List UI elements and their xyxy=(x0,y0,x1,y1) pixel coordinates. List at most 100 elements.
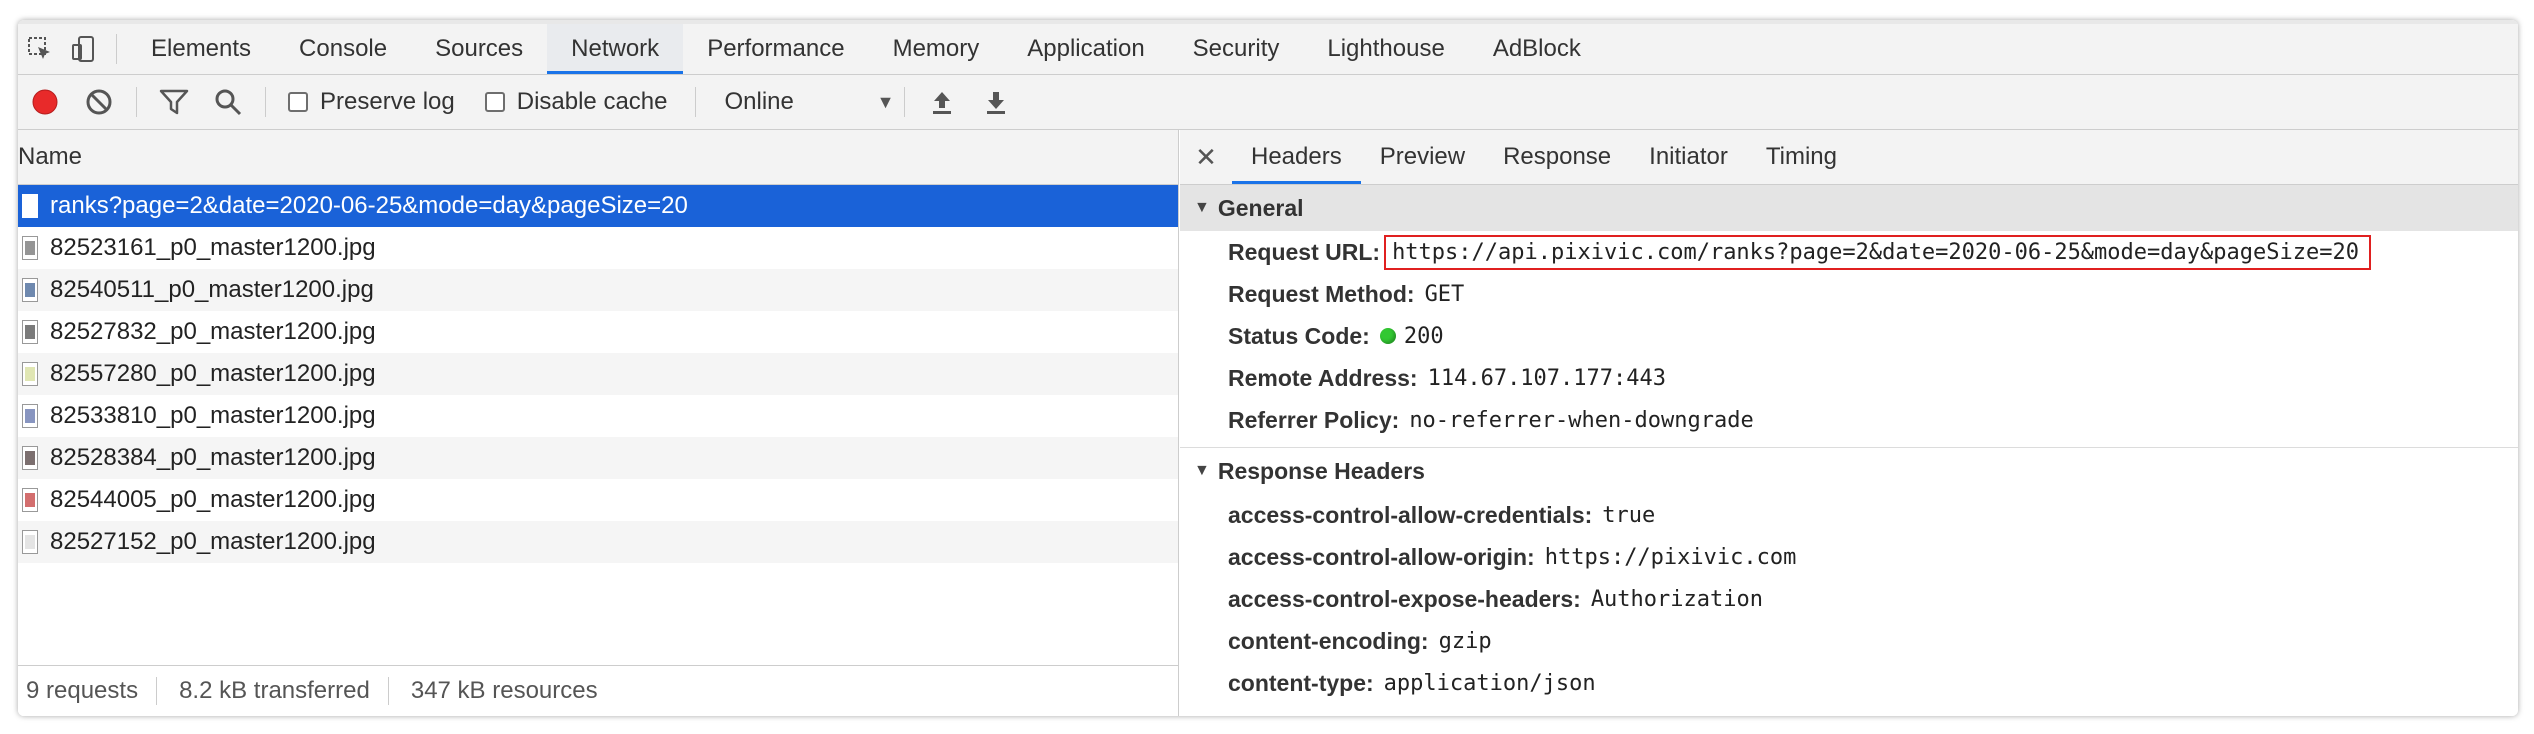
summary-divider xyxy=(156,677,158,705)
expand-triangle-icon: ▼ xyxy=(1194,462,1210,479)
request-row[interactable]: 82528384_p0_master1200.jpg xyxy=(18,437,1178,479)
tab-headers[interactable]: Headers xyxy=(1232,130,1361,184)
header-value: https://pixivic.com xyxy=(1544,544,1797,570)
tab-memory[interactable]: Memory xyxy=(869,24,1004,74)
resources-size: 347 kB resources xyxy=(410,677,598,704)
request-list-pane: Name ranks?page=2&date=2020-06-25&mode=d… xyxy=(18,130,1179,716)
toolbar-divider xyxy=(136,87,137,117)
tab-elements[interactable]: Elements xyxy=(127,24,275,74)
close-icon[interactable]: ✕ xyxy=(1180,142,1232,173)
image-thumbnail-icon xyxy=(22,488,38,512)
toolbar-divider xyxy=(116,34,117,64)
checkbox-box[interactable] xyxy=(288,92,308,112)
referrer-policy-row: Referrer Policy: no-referrer-when-downgr… xyxy=(1180,399,2518,441)
header-value: gzip xyxy=(1438,628,1492,654)
image-thumbnail-icon xyxy=(22,362,38,386)
clear-icon[interactable] xyxy=(72,75,126,129)
transferred-size: 8.2 kB transferred xyxy=(179,677,370,704)
summary-bar: 9 requests 8.2 kB transferred 347 kB res… xyxy=(18,665,1178,716)
request-row[interactable]: 82557280_p0_master1200.jpg xyxy=(18,353,1178,395)
header-name: access-control-allow-credentials: xyxy=(1228,501,1593,528)
request-row[interactable]: 82527152_p0_master1200.jpg xyxy=(18,521,1178,563)
request-name: 82544005_p0_master1200.jpg xyxy=(50,486,376,513)
toolbar-divider xyxy=(695,87,697,117)
request-name: 82533810_p0_master1200.jpg xyxy=(50,402,376,429)
image-thumbnail-icon xyxy=(22,446,38,470)
request-row[interactable]: 82527832_p0_master1200.jpg xyxy=(18,311,1178,353)
status-ok-icon xyxy=(1379,328,1396,344)
header-value: true xyxy=(1602,502,1656,528)
throttling-value: Online xyxy=(724,88,794,115)
tab-adblock[interactable]: AdBlock xyxy=(1469,24,1605,74)
tab-timing[interactable]: Timing xyxy=(1747,130,1856,184)
status-code-value: 200 xyxy=(1403,323,1444,349)
image-thumbnail-icon xyxy=(22,278,38,302)
record-button[interactable] xyxy=(18,75,72,129)
response-header-row: content-encoding: gzip xyxy=(1180,620,2518,662)
import-har-icon[interactable] xyxy=(915,75,969,129)
dropdown-arrow-icon: ▼ xyxy=(876,91,895,112)
throttling-select[interactable]: Online ▼ xyxy=(724,88,894,116)
response-header-row: access-control-expose-headers: Authoriza… xyxy=(1180,578,2518,620)
request-name: 82540511_p0_master1200.jpg xyxy=(50,276,374,303)
inspect-element-icon[interactable] xyxy=(18,24,62,74)
request-name: 82527152_p0_master1200.jpg xyxy=(50,528,376,555)
toolbar-divider xyxy=(265,87,266,117)
request-row[interactable]: 82523161_p0_master1200.jpg xyxy=(18,227,1178,269)
request-method-label: Request Method: xyxy=(1228,280,1415,307)
image-thumbnail-icon xyxy=(22,320,38,344)
tab-console[interactable]: Console xyxy=(275,24,411,74)
request-method-row: Request Method: GET xyxy=(1180,273,2518,315)
image-thumbnail-icon xyxy=(22,404,38,428)
response-header-row: content-type: application/json xyxy=(1180,662,2518,704)
request-name: 82528384_p0_master1200.jpg xyxy=(50,444,376,471)
tab-initiator[interactable]: Initiator xyxy=(1630,130,1747,184)
tab-performance[interactable]: Performance xyxy=(683,24,868,74)
request-url-row: Request URL: https://api.pixivic.com/ran… xyxy=(1180,231,2518,273)
disable-cache-checkbox[interactable]: Disable cache xyxy=(484,88,667,116)
name-column-header[interactable]: Name xyxy=(18,130,1178,185)
referrer-policy-value: no-referrer-when-downgrade xyxy=(1409,407,1754,433)
header-value: Authorization xyxy=(1590,586,1763,612)
checkbox-box[interactable] xyxy=(484,92,505,112)
header-value: application/json xyxy=(1383,670,1596,696)
remote-address-value: 114.67.107.177:443 xyxy=(1427,365,1667,391)
header-name: content-encoding: xyxy=(1228,627,1429,654)
summary-divider xyxy=(387,677,389,705)
request-row[interactable]: 82533810_p0_master1200.jpg xyxy=(18,395,1178,437)
expand-triangle-icon: ▼ xyxy=(1194,199,1210,216)
remote-address-label: Remote Address: xyxy=(1228,364,1418,391)
response-headers-title: Response Headers xyxy=(1217,457,1425,484)
request-row[interactable]: 82544005_p0_master1200.jpg xyxy=(18,479,1178,521)
document-icon xyxy=(22,194,38,218)
tab-sources[interactable]: Sources xyxy=(411,24,547,74)
detail-tab-bar: ✕ Headers Preview Response Initiator Tim… xyxy=(1180,130,2518,185)
tab-security[interactable]: Security xyxy=(1169,24,1304,74)
search-icon[interactable] xyxy=(201,75,255,129)
export-har-icon[interactable] xyxy=(969,75,1023,129)
tab-response[interactable]: Response xyxy=(1484,130,1630,184)
image-thumbnail-icon xyxy=(22,236,38,260)
tab-network[interactable]: Network xyxy=(547,24,684,74)
request-row[interactable]: 82540511_p0_master1200.jpg xyxy=(18,269,1178,311)
request-url-label: Request URL: xyxy=(1228,238,1381,265)
request-url-value: https://api.pixivic.com/ranks?page=2&dat… xyxy=(1384,234,2371,270)
response-header-row: access-control-allow-credentials: true xyxy=(1180,494,2518,536)
tab-lighthouse[interactable]: Lighthouse xyxy=(1303,24,1468,74)
status-code-row: Status Code: 200 xyxy=(1180,315,2518,357)
header-name: access-control-allow-origin: xyxy=(1228,543,1535,570)
device-toolbar-icon[interactable] xyxy=(62,24,106,74)
name-header-label: Name xyxy=(18,143,83,170)
response-headers-section-header[interactable]: ▼ Response Headers xyxy=(1180,448,2518,494)
network-toolbar: Preserve log Disable cache Online ▼ xyxy=(18,75,2518,130)
response-header-row: access-control-allow-origin: https://pix… xyxy=(1180,536,2518,578)
tab-application[interactable]: Application xyxy=(1003,24,1168,74)
filter-icon[interactable] xyxy=(147,75,201,129)
general-section-header[interactable]: ▼ General xyxy=(1180,185,2518,231)
devtools-window: Elements Console Sources Network Perform… xyxy=(18,20,2518,716)
tab-preview[interactable]: Preview xyxy=(1361,130,1484,184)
referrer-policy-label: Referrer Policy: xyxy=(1228,406,1400,433)
toolbar-divider xyxy=(904,87,906,117)
request-row[interactable]: ranks?page=2&date=2020-06-25&mode=day&pa… xyxy=(18,185,1178,227)
preserve-log-checkbox[interactable]: Preserve log xyxy=(288,88,455,116)
